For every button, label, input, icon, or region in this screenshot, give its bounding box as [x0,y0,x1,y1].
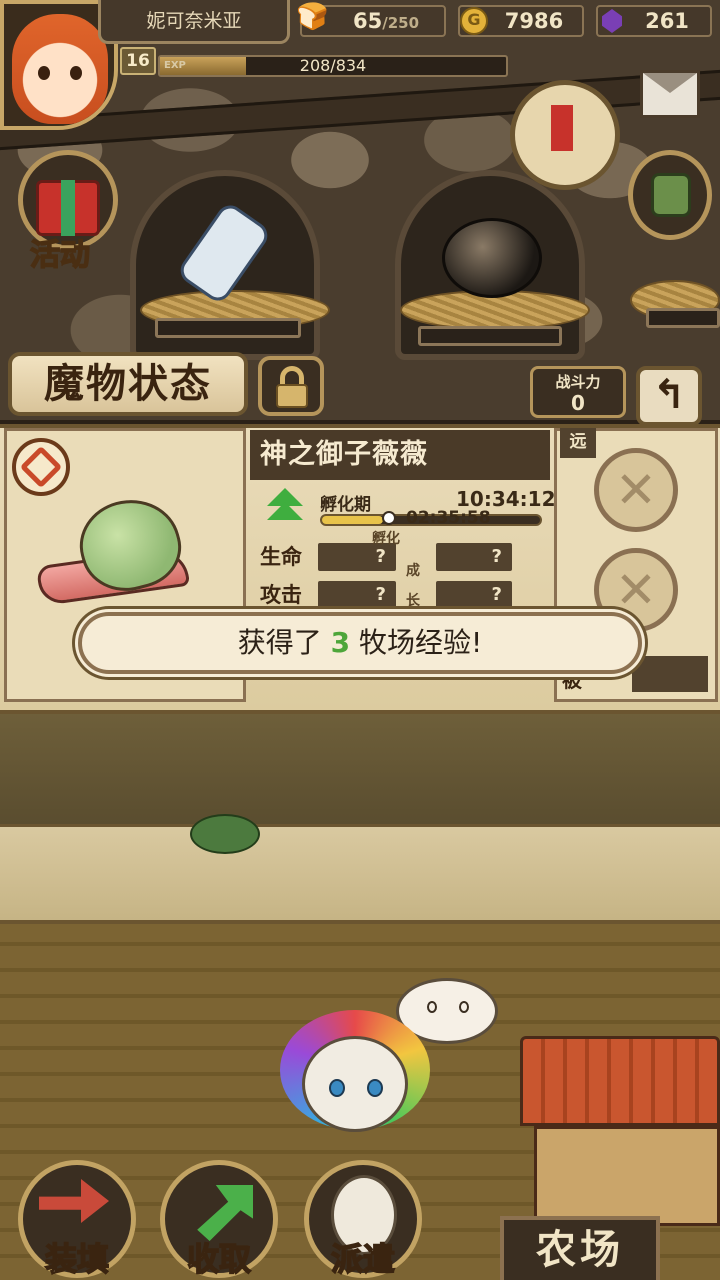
farm-path-strip [0,824,720,924]
range-tag: 远 [560,428,596,458]
level-badge: 16 [120,47,156,75]
stamina-max: /250 [382,14,420,32]
stamina-display: 🍞 65/250 [296,3,446,37]
toast-suffix: 牧场经验! [350,626,483,659]
lock-button[interactable] [258,356,324,416]
quest-scroll-button[interactable] [510,80,620,190]
toast-prefix: 获得了 [237,626,331,659]
stamina-value: 65 [352,9,383,33]
stat-growth-hp: ? [436,543,512,571]
reward-toast: 获得了 3 牧场经验! [78,612,642,674]
stage-progress-fill [322,516,384,524]
stat-growth-atk: ? [436,581,512,609]
combat-power-value: 0 [571,391,585,415]
passive-value-box [632,656,708,692]
empty-slot-icon: ✕ [615,461,657,519]
dark-egg-icon [442,218,542,298]
bag-icon [651,173,691,217]
event-button[interactable]: 活动 [18,150,118,274]
rank-icon [19,445,63,489]
incubator-bar-1 [155,318,301,338]
stat-label-hp: 生命 [260,545,302,569]
combat-power-label: 战斗力 [555,373,601,391]
back-button[interactable]: ↰ [636,366,702,426]
sheep-eye-right [367,1079,383,1097]
rank-badge [12,438,70,496]
gold-value: 7986 [504,9,564,33]
incubator-bar-2 [418,326,562,346]
incubator-bar-3 [646,308,720,328]
gold-display: G 7986 [458,5,584,37]
gem-value: 261 [645,9,689,33]
avatar-face [12,14,108,124]
dispatch-label: 派遣 [330,1239,396,1279]
skill-slot-1[interactable]: ✕ [594,448,678,532]
stage-progress-knob [382,511,396,525]
load-arrow-icon [39,1179,109,1223]
stage-remaining: 02:35:58 [406,508,491,528]
bag-button[interactable] [628,150,712,240]
monster-name: 神之御子薇薇 [250,430,550,480]
collect-arrow-icon [197,1185,253,1241]
hatch-side-label: 孵化 [372,531,400,547]
avatar-eye-right [70,66,82,80]
avatar-eye-left [38,66,50,80]
plant-leaf [190,814,260,854]
player-name: 妮可奈米亚 [98,0,290,44]
scroll-mark [551,105,573,151]
collect-label: 收取 [186,1239,252,1279]
gem-icon [602,9,622,33]
bread-icon: 🍞 [296,2,329,32]
exp-bar: EXP 208/834 [158,55,508,77]
farm-button[interactable]: 农场 [500,1216,660,1280]
exp-value: 208/834 [299,56,367,75]
mail-flap-icon [643,73,697,93]
farm-shadow-strip [0,714,720,824]
combat-power: 战斗力 0 [530,366,626,418]
stage-icon [262,488,308,530]
page-title: 魔物状态 [8,352,248,416]
growth-side-label: 成长 [406,563,420,609]
stat-value-atk: ? [318,581,396,609]
gold-coin-icon: G [460,7,488,35]
monster-sprite[interactable] [280,1010,430,1140]
load-label: 装填 [44,1239,110,1279]
toast-amount: 3 [330,626,351,659]
stat-label-atk: 攻击 [260,583,302,607]
gift-ribbon [61,180,75,236]
stage-label: 孵化期 [320,495,371,515]
lock-icon [276,384,308,408]
barn-roof [520,1036,720,1126]
gem-display: 261 [596,5,712,37]
sheep-face [302,1036,408,1132]
barn-stall [534,1126,720,1226]
sheep-eye-left [329,1079,345,1097]
bubble-eye-right [459,1001,469,1013]
stage-arrow-bottom [267,502,303,520]
mail-button[interactable] [640,70,700,118]
barn[interactable] [520,1036,720,1236]
event-label: 活动 [29,237,91,274]
